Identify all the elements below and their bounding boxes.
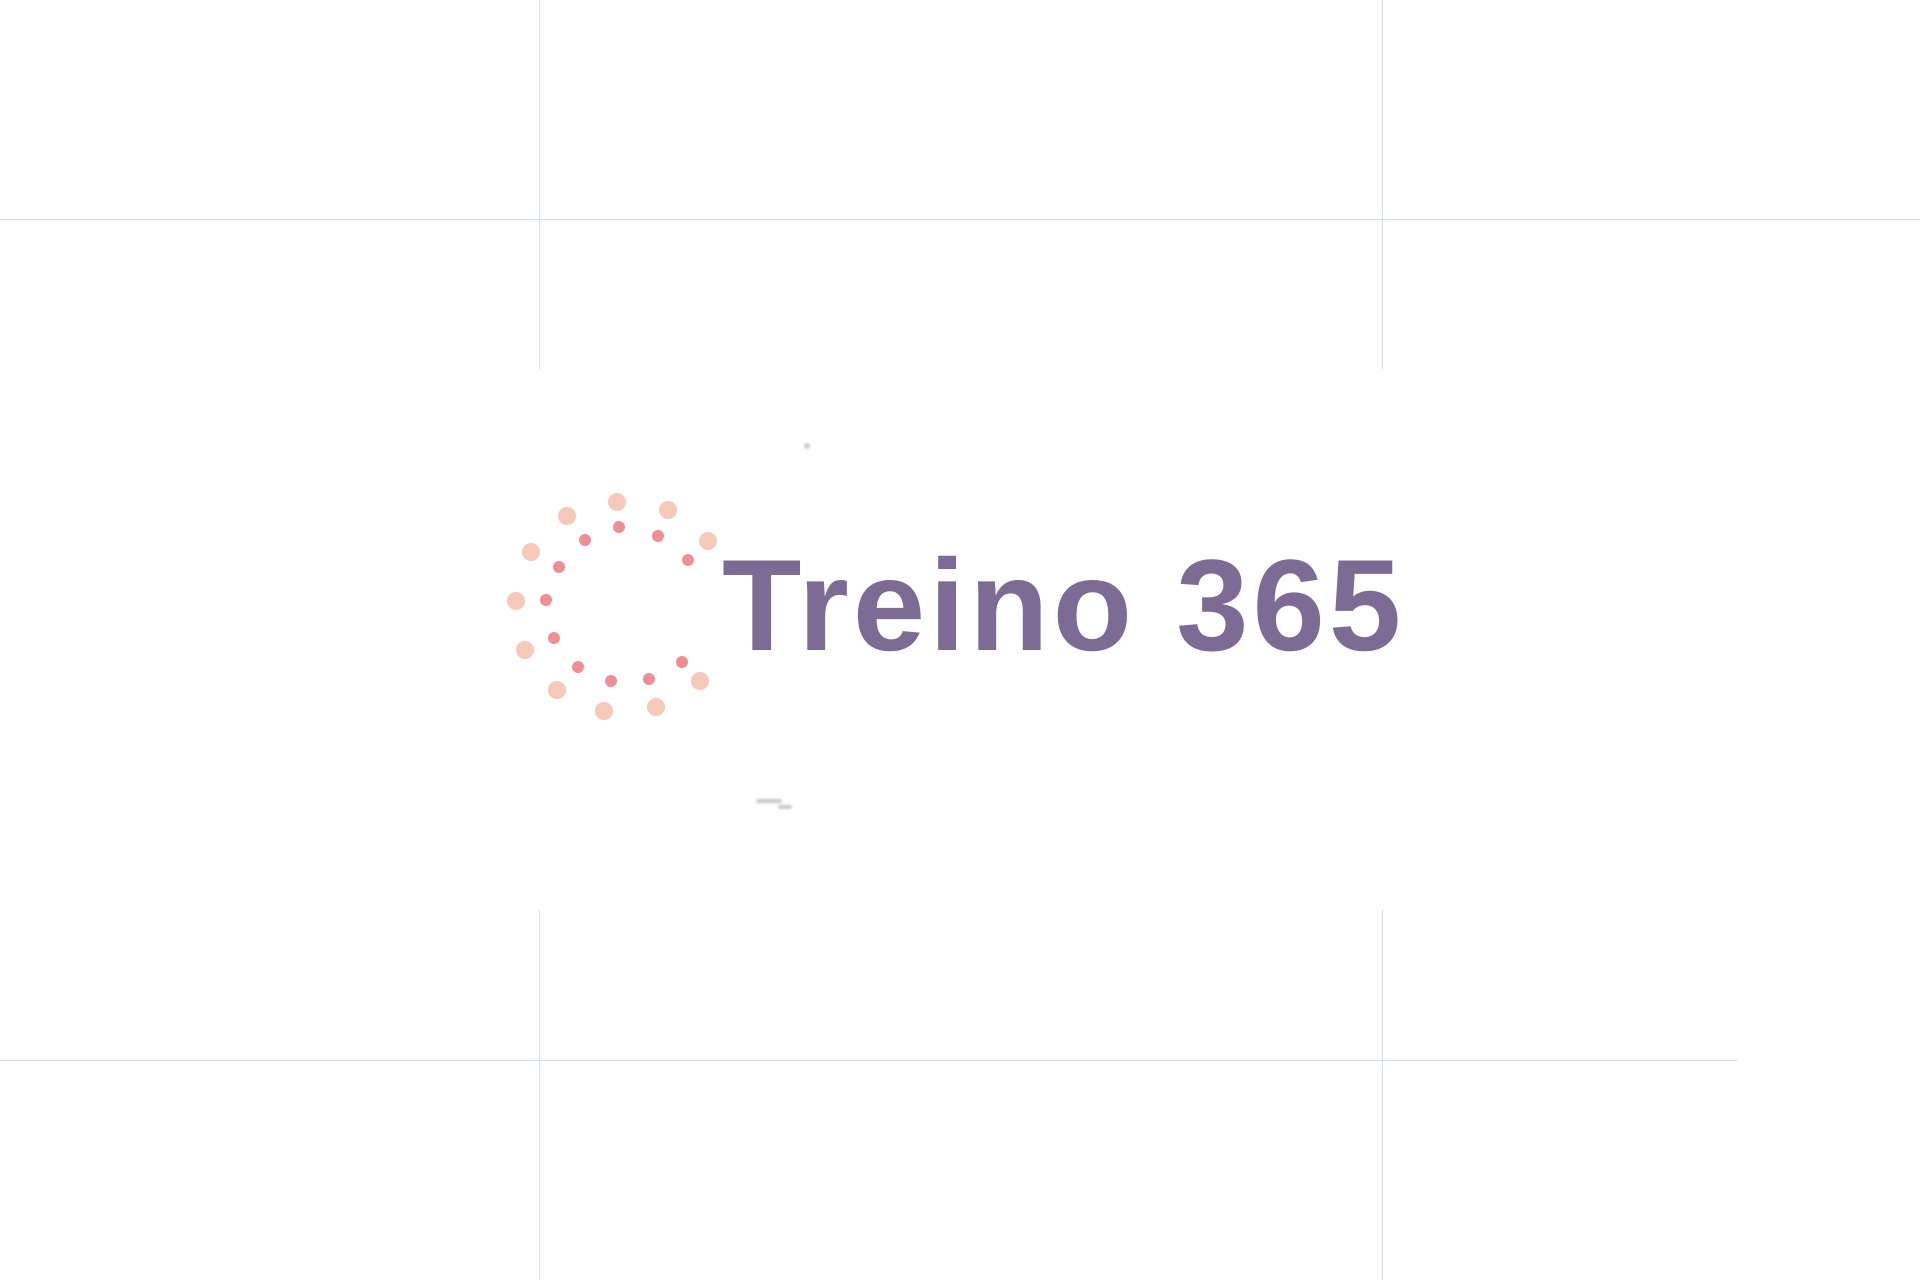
- logo-outer-dot-4: [522, 543, 540, 561]
- logo-outer-dot-1: [608, 493, 626, 511]
- logo-inner-dot-10: [643, 673, 655, 685]
- logo-inner-dot-2: [652, 530, 664, 542]
- scan-artifact-mark: [756, 799, 782, 803]
- logo-inner-dot-11: [676, 656, 688, 668]
- brand-wordmark: Treino 365: [722, 532, 1406, 678]
- logo-inner-dot-3: [682, 554, 694, 566]
- logo-inner-dot-9: [605, 675, 617, 687]
- logo-outer-dot-6: [507, 592, 525, 610]
- logo-outer-dot-9: [595, 702, 613, 720]
- logo-outer-dot-3: [699, 532, 717, 550]
- logo-inner-dot-5: [553, 561, 565, 573]
- logo-inner-dots: [540, 521, 694, 687]
- logo-outer-dot-5: [558, 507, 576, 525]
- scan-artifact-dot: [804, 443, 810, 449]
- logo-inner-dot-1: [613, 521, 625, 533]
- logo-inner-dot-8: [572, 661, 584, 673]
- logo-outer-dot-11: [691, 672, 709, 690]
- logo-inner-dot-6: [540, 594, 552, 606]
- logo-outer-dot-10: [647, 698, 665, 716]
- logo-inner-dot-7: [548, 632, 560, 644]
- logo-outer-dot-8: [548, 681, 566, 699]
- logo-outer-dot-2: [659, 501, 677, 519]
- scan-artifact-mark-tail: [778, 805, 792, 809]
- logo-outer-dot-7: [516, 641, 534, 659]
- logo-inner-dot-4: [579, 534, 591, 546]
